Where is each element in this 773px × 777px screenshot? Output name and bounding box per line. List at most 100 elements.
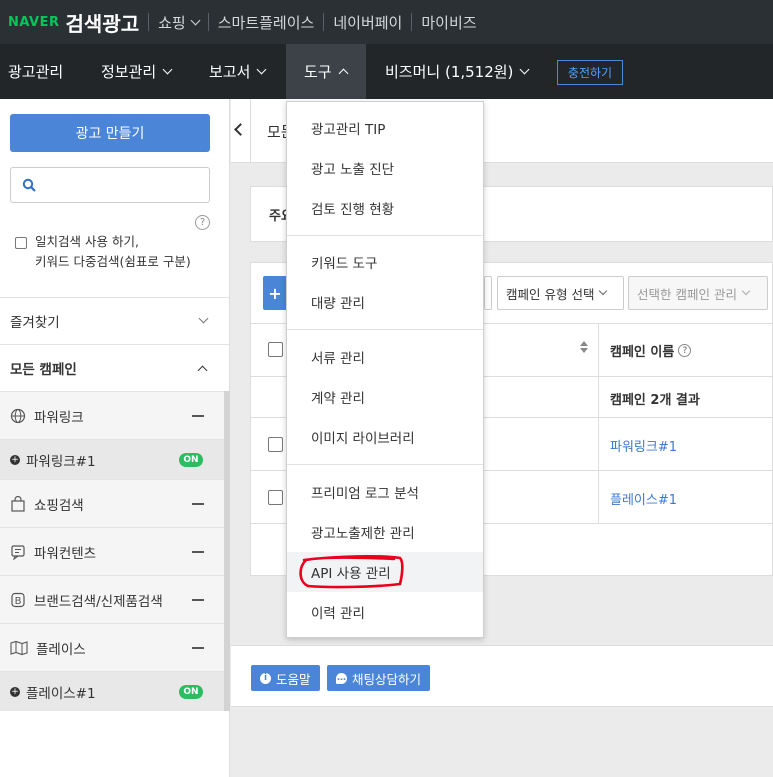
button-label: 채팅상담하기	[352, 671, 422, 687]
plus-circle-icon: +	[10, 454, 20, 465]
manage-selected-campaigns-select[interactable]: 선택한 캠페인 관리	[628, 276, 768, 310]
exact-match-label-line: 키워드 다중검색(쉼표로 구분)	[35, 254, 191, 269]
menu-item-exposure-limit[interactable]: 광고노출제한 관리	[287, 512, 483, 552]
map-icon	[10, 640, 28, 655]
chevron-up-icon	[338, 68, 349, 79]
naver-logo[interactable]: NAVER	[8, 15, 60, 30]
favorites-label: 즐겨찾기	[10, 314, 60, 331]
menu-item-document-management[interactable]: 서류 관리	[287, 337, 483, 377]
sidebar-item-place-1[interactable]: + 플레이스#1 ON	[0, 671, 229, 711]
button-label: 도움말	[276, 671, 311, 687]
table-line	[598, 323, 599, 523]
menu-divider	[287, 464, 483, 465]
all-campaigns-section[interactable]: 모든 캠페인	[0, 344, 229, 391]
nav-info-management[interactable]: 정보관리	[101, 44, 173, 99]
menu-item-history-management[interactable]: 이력 관리	[287, 592, 483, 632]
nav-reports[interactable]: 보고서	[209, 44, 267, 99]
top-link-naverpay[interactable]: 네이버페이	[333, 12, 402, 33]
campaign-search-input[interactable]	[10, 167, 210, 203]
campaign-name-header[interactable]: 캠페인 이름 ?	[610, 341, 692, 360]
sidebar-scrollbar[interactable]	[224, 391, 230, 711]
chevron-down-icon	[599, 286, 608, 296]
all-campaigns-label: 모든 캠페인	[10, 362, 77, 378]
sidebar-item-place[interactable]: 플레이스	[0, 623, 229, 671]
charge-button[interactable]: 충전하기	[557, 60, 623, 85]
help-icon[interactable]: ?	[195, 215, 210, 230]
campaign-link[interactable]: 파워링크#1	[610, 436, 677, 455]
menu-item-keyword-tool[interactable]: 키워드 도구	[287, 242, 483, 282]
divider	[411, 13, 413, 31]
top-link-shopping[interactable]: 쇼핑	[158, 12, 201, 33]
chat-consult-button[interactable]: … 채팅상담하기	[327, 665, 431, 691]
nav-label: 정보관리	[101, 63, 157, 81]
minus-icon[interactable]	[192, 647, 204, 649]
add-campaign-button[interactable]: +	[263, 276, 287, 310]
menu-item-image-library[interactable]: 이미지 라이브러리	[287, 417, 483, 457]
menu-item-review-status[interactable]: 검토 진행 현황	[287, 188, 483, 228]
info-icon: i	[260, 672, 271, 684]
menu-item-bulk-management[interactable]: 대량 관리	[287, 282, 483, 322]
nav-bizmoney[interactable]: 비즈머니 (1,512원)	[385, 44, 530, 99]
sidebar-item-powerlink-1[interactable]: + 파워링크#1 ON	[0, 439, 229, 479]
menu-item-contract-management[interactable]: 계약 관리	[287, 377, 483, 417]
top-link-smartplace[interactable]: 스마트플레이스	[218, 12, 315, 33]
campaign-link[interactable]: 플레이스#1	[610, 489, 677, 508]
exact-match-label-line: 일치검색 사용 하기,	[35, 234, 139, 249]
row-checkbox[interactable]	[268, 490, 283, 505]
menu-item-premium-log[interactable]: 프리미엄 로그 분석	[287, 472, 483, 512]
favorites-section[interactable]: 즐겨찾기	[0, 297, 229, 343]
chevron-down-icon	[190, 15, 201, 25]
top-link-mybiz[interactable]: 마이비즈	[421, 12, 476, 33]
nav-label: 비즈머니 (1,512원)	[385, 63, 514, 81]
chevron-down-icon	[162, 64, 173, 75]
nav-label: 도구	[304, 63, 332, 81]
nav-label: 광고관리	[8, 63, 64, 81]
globe-icon	[10, 408, 26, 423]
chevron-down-icon	[741, 286, 751, 296]
sidebar-item-label: 파워링크#1	[26, 453, 96, 470]
nav-tools[interactable]: 도구	[286, 44, 366, 99]
divider	[207, 13, 209, 31]
campaign-type-select[interactable]: 캠페인 유형 선택	[497, 276, 624, 310]
sidebar-item-label: 브랜드검색/신제품검색	[34, 593, 163, 610]
sidebar-item-label: 파워컨텐츠	[34, 545, 97, 562]
main-nav: 광고관리 정보관리 보고서 도구 비즈머니 (1,512원)	[0, 44, 773, 99]
exact-match-label: 일치검색 사용 하기, 키워드 다중검색(쉼표로 구분)	[35, 232, 225, 272]
sidebar-item-brandsearch[interactable]: B 브랜드검색/신제품검색	[0, 575, 229, 623]
minus-icon[interactable]	[192, 415, 204, 417]
chevron-down-icon	[256, 64, 267, 75]
shopping-bag-icon	[11, 495, 25, 512]
top-bar: NAVER 검색광고 쇼핑 스마트플레이스 네이버페이 마이비즈	[0, 0, 773, 44]
brand-b-icon: B	[11, 592, 25, 607]
select-all-checkbox[interactable]	[268, 342, 283, 357]
red-annotation-circle	[299, 554, 404, 589]
row-checkbox[interactable]	[268, 437, 283, 452]
svg-text:B: B	[15, 596, 22, 607]
chevron-up-icon	[197, 365, 208, 375]
sidebar: 광고 만들기 ? 일치검색 사용 하기, 키워드 다중검색(쉼표로 구분) 즐겨…	[0, 99, 230, 777]
sidebar-item-powerlink[interactable]: 파워링크	[0, 391, 229, 439]
menu-item-ad-diagnosis[interactable]: 광고 노출 진단	[287, 148, 483, 188]
product-title[interactable]: 검색광고	[66, 8, 140, 37]
nav-ad-management[interactable]: 광고관리	[8, 44, 63, 99]
menu-divider	[287, 329, 483, 330]
chat-icon: …	[336, 672, 347, 684]
minus-icon[interactable]	[192, 503, 204, 505]
top-link-label: 쇼핑	[158, 13, 186, 32]
exact-match-checkbox[interactable]	[15, 237, 27, 249]
chevron-down-icon	[198, 313, 209, 324]
minus-icon[interactable]	[192, 551, 204, 553]
divider	[323, 13, 325, 31]
sidebar-item-shopping[interactable]: 쇼핑검색	[0, 479, 229, 527]
minus-icon[interactable]	[192, 599, 204, 601]
help-button[interactable]: i 도움말	[251, 665, 320, 691]
sidebar-item-powercontents[interactable]: 파워컨텐츠	[0, 527, 229, 575]
create-ad-button[interactable]: 광고 만들기	[10, 114, 210, 152]
status-badge: ON	[179, 453, 203, 467]
sort-icon[interactable]	[580, 341, 588, 353]
column-header-label: 캠페인 이름	[610, 345, 675, 360]
toolbar-select-partial[interactable]	[484, 276, 492, 310]
help-icon[interactable]: ?	[678, 344, 692, 357]
nav-label: 보고서	[209, 63, 251, 81]
menu-item-ad-tip[interactable]: 광고관리 TIP	[287, 108, 483, 148]
